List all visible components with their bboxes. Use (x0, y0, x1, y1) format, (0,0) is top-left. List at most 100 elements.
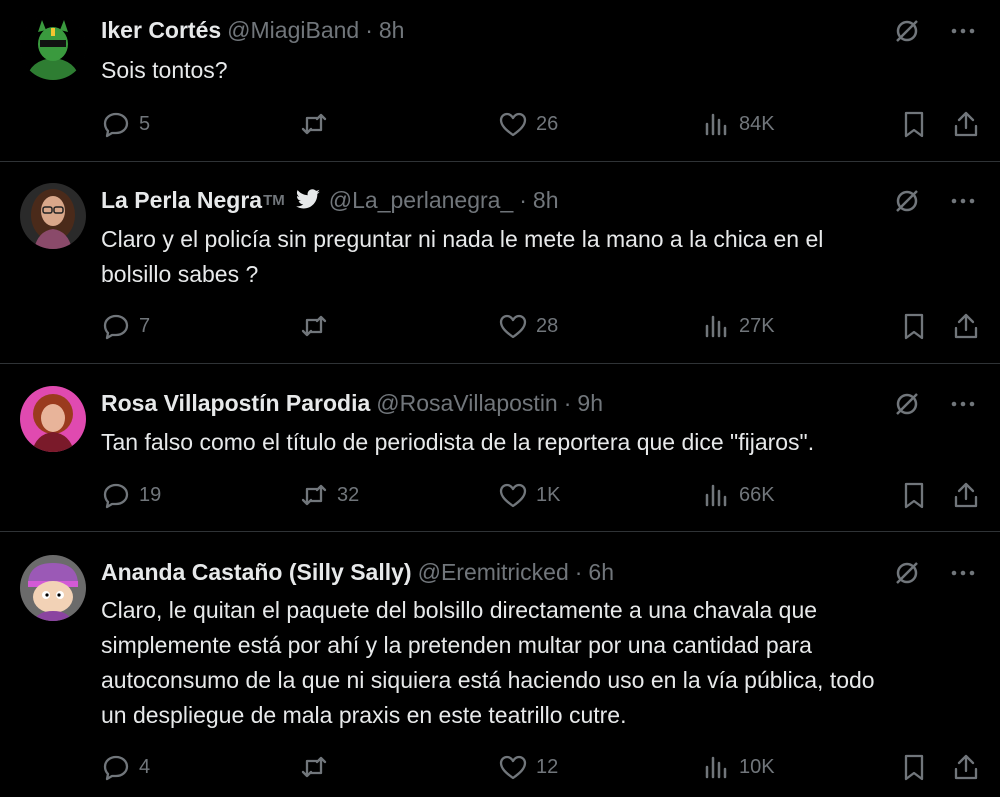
author-handle[interactable]: @Eremitricked (418, 559, 569, 586)
like-button[interactable]: 1K (498, 479, 560, 511)
views-icon (705, 315, 727, 338)
view-count: 10K (739, 755, 775, 778)
tweet-text-line: simplemente está por ahí y la pretenden … (101, 632, 812, 658)
bird-icon (295, 189, 321, 211)
share-icon (954, 754, 978, 780)
retweet-button[interactable] (299, 108, 337, 140)
like-count: 28 (536, 314, 559, 337)
author-name[interactable]: Iker Cortés (101, 17, 221, 44)
reply-button[interactable]: 4 (101, 751, 150, 783)
reply-icon (103, 755, 129, 781)
bookmark-button[interactable] (899, 108, 929, 140)
author-handle[interactable]: @La_perlanegra_ (329, 187, 513, 214)
bookmark-button[interactable] (899, 751, 929, 783)
like-button[interactable]: 12 (498, 751, 558, 783)
reply-count: 19 (139, 483, 162, 506)
views-icon (705, 484, 727, 507)
heart-icon (499, 112, 527, 137)
tweet-text-line: un despliegue de mala praxis en este tea… (101, 702, 627, 728)
heart-icon (499, 483, 527, 508)
bookmark-button[interactable] (899, 479, 929, 511)
views-icon (705, 113, 727, 136)
like-button[interactable]: 28 (498, 310, 558, 342)
view-count: 84K (739, 112, 775, 135)
bookmark-icon (904, 111, 924, 138)
tweet[interactable]: La Perla Negra TM @La_perlanegra_ · 8h C… (0, 162, 1000, 364)
tweet-text-line: Claro, le quitan el paquete del bolsillo… (101, 597, 818, 623)
views-icon (705, 756, 727, 779)
like-button[interactable]: 26 (498, 108, 558, 140)
avatar[interactable] (20, 14, 86, 80)
share-icon (954, 482, 978, 508)
tweet[interactable]: Rosa Villapostín Parodia @RosaVillaposti… (0, 364, 1000, 532)
tweet-text: Sois tontos? (101, 53, 981, 88)
like-count: 1K (536, 483, 561, 506)
bookmark-icon (904, 482, 924, 509)
views-button[interactable]: 27K (701, 310, 775, 342)
separator-dot: · (574, 558, 583, 585)
reply-button[interactable]: 19 (101, 479, 161, 511)
author-name[interactable]: Rosa Villapostín Parodia (101, 390, 370, 417)
reply-count: 4 (139, 755, 151, 778)
avatar[interactable] (20, 183, 86, 249)
more-options-icon[interactable] (948, 558, 978, 593)
more-options-icon[interactable] (948, 186, 978, 221)
not-interested-icon[interactable] (892, 186, 922, 221)
bookmark-icon (904, 754, 924, 781)
reply-icon (103, 314, 129, 340)
more-options-icon[interactable] (948, 16, 978, 51)
avatar[interactable] (20, 386, 86, 452)
timestamp[interactable]: 6h (588, 559, 614, 586)
reply-icon (103, 112, 129, 138)
not-interested-icon[interactable] (892, 558, 922, 593)
reply-button[interactable]: 5 (101, 108, 150, 140)
retweet-button[interactable]: 32 (299, 479, 359, 511)
like-count: 12 (536, 755, 559, 778)
tweet[interactable]: Iker Cortés @MiagiBand · 8h Sois tontos?… (0, 0, 1000, 162)
bookmark-button[interactable] (899, 310, 929, 342)
view-count: 66K (739, 483, 775, 506)
views-button[interactable]: 84K (701, 108, 775, 140)
reply-button[interactable]: 7 (101, 310, 150, 342)
retweet-icon (301, 315, 327, 337)
separator-dot: · (365, 16, 373, 43)
retweet-button[interactable] (299, 751, 337, 783)
separator-dot: · (563, 389, 572, 416)
tweet[interactable]: Ananda Castaño (Silly Sally) @Eremitrick… (0, 532, 1000, 797)
retweet-button[interactable] (299, 310, 337, 342)
retweet-icon (301, 113, 327, 135)
share-icon (954, 313, 978, 339)
separator-dot: · (519, 186, 527, 213)
retweet-icon (301, 484, 327, 506)
avatar[interactable] (20, 555, 86, 621)
timestamp[interactable]: 9h (577, 390, 603, 417)
tweet-text: Claro y el policía sin preguntar ni nada… (101, 222, 981, 292)
author-name[interactable]: La Perla Negra (101, 187, 262, 214)
like-count: 26 (536, 112, 559, 135)
not-interested-icon[interactable] (892, 16, 922, 51)
heart-icon (499, 755, 527, 780)
timestamp[interactable]: 8h (379, 17, 405, 44)
share-button[interactable] (951, 751, 981, 783)
tweet-text-line: autoconsumo de la que ni siquiera está h… (101, 667, 875, 693)
retweet-icon (301, 756, 327, 778)
author-name[interactable]: Ananda Castaño (Silly Sally) (101, 559, 412, 586)
reply-count: 5 (139, 112, 151, 135)
retweet-count: 32 (337, 483, 360, 506)
tweet-text-line: bolsillo sabes ? (101, 261, 259, 287)
view-count: 27K (739, 314, 775, 337)
timestamp[interactable]: 8h (533, 187, 559, 214)
bookmark-icon (904, 313, 924, 340)
views-button[interactable]: 66K (701, 479, 775, 511)
reply-feed: Iker Cortés @MiagiBand · 8h Sois tontos?… (0, 0, 1000, 797)
share-button[interactable] (951, 479, 981, 511)
more-options-icon[interactable] (948, 389, 978, 424)
views-button[interactable]: 10K (701, 751, 775, 783)
share-button[interactable] (951, 108, 981, 140)
trademark-mark: TM (263, 191, 285, 209)
author-handle[interactable]: @MiagiBand (227, 17, 359, 44)
not-interested-icon[interactable] (892, 389, 922, 424)
share-button[interactable] (951, 310, 981, 342)
reply-icon (103, 483, 129, 509)
author-handle[interactable]: @RosaVillapostin (376, 390, 557, 417)
